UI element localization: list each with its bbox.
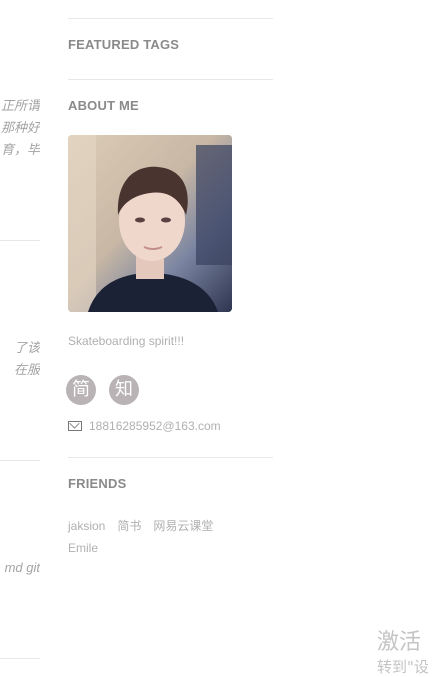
friend-link-netease-study[interactable]: 网易云课堂 [153,519,213,533]
excerpt-line: 了该 [13,340,40,355]
jianshu-icon[interactable]: 简 [66,375,96,405]
post-divider [0,460,40,461]
excerpt-line: 那种好 [0,120,40,135]
post-divider [0,240,40,241]
post-excerpt-fragment-1: 正所谓 那种好 育，毕 [0,95,40,161]
sidebar-divider [68,79,273,80]
excerpt-line: 在服 [13,362,40,377]
friend-link-jaksion[interactable]: jaksion [68,519,105,533]
featured-tags-heading: FEATURED TAGS [68,37,180,52]
activation-watermark-subtitle: 转到"设 [377,658,429,676]
mail-icon [68,421,82,431]
friend-link-emile[interactable]: Emile [68,541,98,555]
friends-list: jaksion 简书 网易云课堂 Emile [68,515,273,559]
bio-text: Skateboarding spirit!!! [68,334,185,348]
post-excerpt-fragment-3: md git [0,557,40,579]
about-me-heading: ABOUT ME [68,98,139,113]
avatar [68,135,232,312]
sidebar-divider [68,457,273,458]
post-excerpt-fragment-2: 了该 在服 [0,337,40,381]
friends-heading: FRIENDS [68,476,127,491]
excerpt-line: md git [4,560,40,575]
zhihu-icon[interactable]: 知 [109,375,139,405]
excerpt-line: 育，毕 [0,142,40,157]
post-divider [0,658,40,659]
avatar-portrait [68,135,232,312]
email-text: 18816285952@163.com [89,419,221,433]
activation-watermark-title: 激活 [377,630,422,655]
friend-link-jianshu[interactable]: 简书 [117,519,141,533]
excerpt-line: 正所谓 [0,98,40,113]
email-link[interactable]: 18816285952@163.com [68,419,221,433]
sidebar-divider [68,18,273,19]
